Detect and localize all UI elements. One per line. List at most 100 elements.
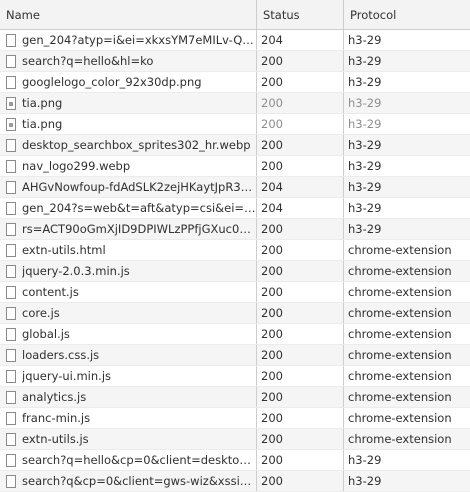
request-row[interactable]: analytics.js 200 chrome-extension (0, 387, 470, 408)
request-row[interactable]: gen_204?s=web&t=aft&atyp=csi&ei=NI... 204… (0, 198, 470, 219)
request-name-cell: nav_logo299.webp (0, 156, 257, 176)
request-row[interactable]: loaders.css.js 200 chrome-extension (0, 345, 470, 366)
request-row[interactable]: content.js 200 chrome-extension (0, 282, 470, 303)
column-header-name[interactable]: Name (0, 0, 257, 29)
column-header-protocol[interactable]: Protocol (344, 0, 470, 29)
request-name-cell: search?q&cp=0&client=gws-wiz&xssi=t... (0, 471, 257, 491)
column-header-status[interactable]: Status (257, 0, 344, 29)
request-row[interactable]: nav_logo299.webp 200 h3-29 (0, 156, 470, 177)
request-row[interactable]: global.js 200 chrome-extension (0, 324, 470, 345)
request-protocol: chrome-extension (348, 390, 452, 404)
document-icon (6, 327, 16, 341)
request-name: jquery-2.0.3.min.js (22, 264, 130, 278)
request-name-cell: rs=ACT90oGmXjID9DPIWLzPPfjGXuc04_C... (0, 219, 257, 239)
request-row[interactable]: tia.png 200 h3-29 (0, 114, 470, 135)
request-list: gen_204?atyp=i&ei=xkxsYM7eMILv-Qbo... 204… (0, 30, 470, 492)
request-row[interactable]: search?q=hello&hl=ko 200 h3-29 (0, 51, 470, 72)
request-protocol: chrome-extension (348, 432, 452, 446)
request-row[interactable]: googlelogo_color_92x30dp.png 200 h3-29 (0, 72, 470, 93)
request-row[interactable]: core.js 200 chrome-extension (0, 303, 470, 324)
request-name: nav_logo299.webp (22, 159, 131, 173)
document-icon (6, 243, 16, 257)
request-name-cell: gen_204?s=web&t=aft&atyp=csi&ei=NI... (0, 198, 257, 218)
request-name: AHGvNowfoup-fdAdSLK2zejHKaytJpR3k3... (22, 180, 256, 194)
table-header: Name Status Protocol (0, 0, 470, 30)
request-status: 200 (257, 471, 344, 491)
request-status: 200 (257, 324, 344, 344)
request-status: 200 (257, 93, 344, 113)
request-status: 200 (257, 366, 344, 386)
document-icon (6, 285, 16, 299)
document-icon (6, 432, 16, 446)
document-icon (6, 369, 16, 383)
request-name-cell: search?q=hello&hl=ko (0, 51, 257, 71)
request-name: gen_204?s=web&t=aft&atyp=csi&ei=NI... (22, 201, 256, 215)
request-row[interactable]: rs=ACT90oGmXjID9DPIWLzPPfjGXuc04_C... 200… (0, 219, 470, 240)
request-protocol: chrome-extension (348, 306, 452, 320)
request-protocol: h3-29 (348, 75, 382, 89)
document-icon (6, 306, 16, 320)
network-requests-table: Name Status Protocol gen_204?atyp=i&ei=x… (0, 0, 470, 492)
request-status: 204 (257, 30, 344, 50)
request-protocol: h3-29 (348, 474, 382, 488)
request-name: tia.png (22, 96, 63, 110)
request-name-cell: AHGvNowfoup-fdAdSLK2zejHKaytJpR3k3... (0, 177, 257, 197)
request-row[interactable]: jquery-2.0.3.min.js 200 chrome-extension (0, 261, 470, 282)
request-status: 200 (257, 261, 344, 281)
request-protocol: chrome-extension (348, 243, 452, 257)
request-protocol: chrome-extension (348, 348, 452, 362)
request-name: tia.png (22, 117, 63, 131)
document-icon (6, 138, 16, 152)
request-name-cell: global.js (0, 324, 257, 344)
request-protocol: h3-29 (348, 117, 382, 131)
request-name: loaders.css.js (22, 348, 100, 362)
request-status: 200 (257, 51, 344, 71)
request-name-cell: jquery-2.0.3.min.js (0, 261, 257, 281)
request-protocol: chrome-extension (348, 369, 452, 383)
request-name: gen_204?atyp=i&ei=xkxsYM7eMILv-Qbo... (22, 33, 256, 47)
request-row[interactable]: extn-utils.html 200 chrome-extension (0, 240, 470, 261)
request-row[interactable]: search?q&cp=0&client=gws-wiz&xssi=t... 20… (0, 471, 470, 492)
document-icon (6, 453, 16, 467)
request-name-cell: franc-min.js (0, 408, 257, 428)
request-row[interactable]: franc-min.js 200 chrome-extension (0, 408, 470, 429)
document-icon (6, 411, 16, 425)
request-row[interactable]: extn-utils.js 200 chrome-extension (0, 429, 470, 450)
request-row[interactable]: gen_204?atyp=i&ei=xkxsYM7eMILv-Qbo... 204… (0, 30, 470, 51)
request-name: jquery-ui.min.js (22, 369, 112, 383)
request-name: extn-utils.js (22, 432, 89, 446)
request-name: content.js (22, 285, 79, 299)
request-status: 200 (257, 408, 344, 428)
request-status: 200 (257, 450, 344, 470)
request-row[interactable]: desktop_searchbox_sprites302_hr.webp 200 h… (0, 135, 470, 156)
request-protocol: h3-29 (348, 138, 382, 152)
request-status: 200 (257, 114, 344, 134)
request-status: 204 (257, 177, 344, 197)
document-icon (6, 180, 16, 194)
request-status: 200 (257, 219, 344, 239)
request-name-cell: search?q=hello&cp=0&client=desktop-g... (0, 450, 257, 470)
document-icon (6, 348, 16, 362)
request-name-cell: analytics.js (0, 387, 257, 407)
request-row[interactable]: jquery-ui.min.js 200 chrome-extension (0, 366, 470, 387)
request-status: 200 (257, 282, 344, 302)
request-protocol: h3-29 (348, 201, 382, 215)
request-name-cell: core.js (0, 303, 257, 323)
request-name: extn-utils.html (22, 243, 106, 257)
request-name: global.js (22, 327, 70, 341)
document-icon (6, 159, 16, 173)
request-status: 200 (257, 303, 344, 323)
request-name-cell: tia.png (0, 114, 257, 134)
request-status: 204 (257, 198, 344, 218)
request-row[interactable]: search?q=hello&cp=0&client=desktop-g... 2… (0, 450, 470, 471)
request-protocol: h3-29 (348, 159, 382, 173)
request-row[interactable]: tia.png 200 h3-29 (0, 93, 470, 114)
request-protocol: h3-29 (348, 453, 382, 467)
request-name-cell: loaders.css.js (0, 345, 257, 365)
request-name: rs=ACT90oGmXjID9DPIWLzPPfjGXuc04_C... (22, 222, 256, 236)
request-status: 200 (257, 72, 344, 92)
request-row[interactable]: AHGvNowfoup-fdAdSLK2zejHKaytJpR3k3... 204… (0, 177, 470, 198)
document-icon (6, 264, 16, 278)
request-name-cell: jquery-ui.min.js (0, 366, 257, 386)
request-name: analytics.js (22, 390, 87, 404)
